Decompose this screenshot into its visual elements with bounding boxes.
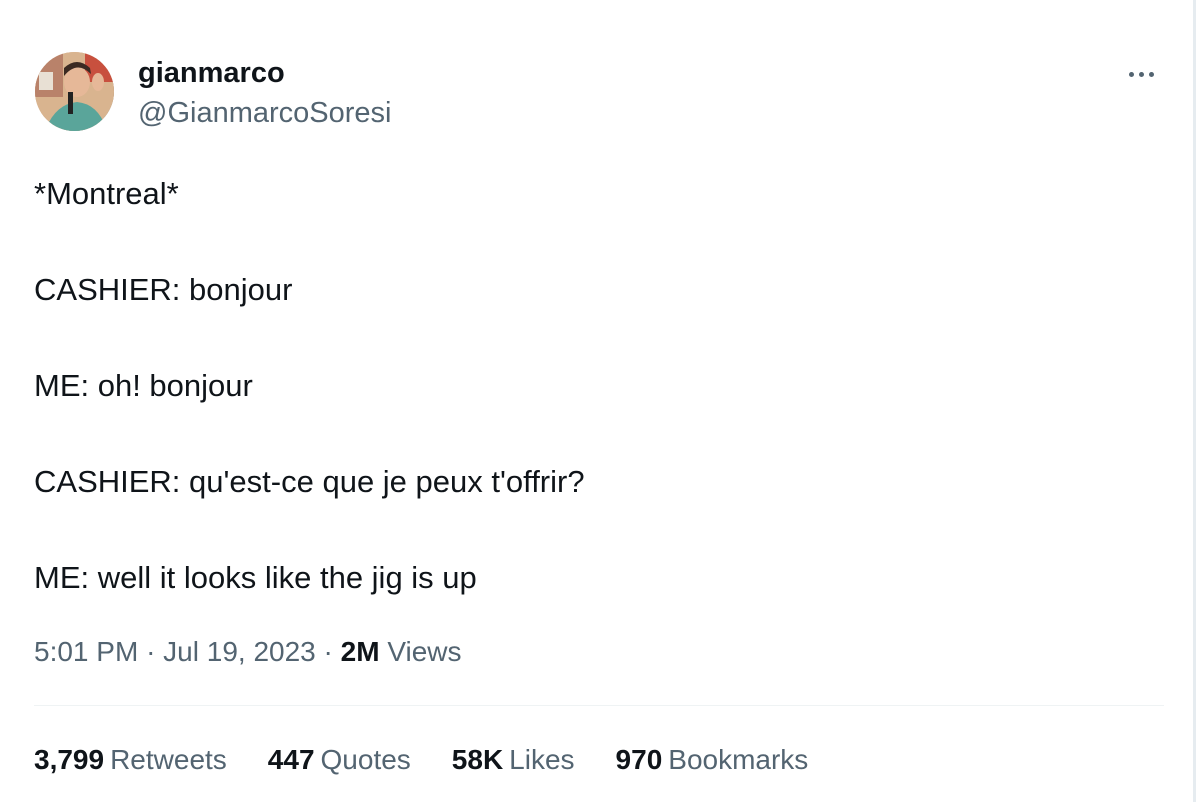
tweet-meta: 5:01 PM · Jul 19, 2023 · 2M Views — [34, 632, 462, 672]
avatar[interactable] — [35, 52, 114, 131]
tweet-line: CASHIER: bonjour — [34, 272, 293, 307]
quotes-stat[interactable]: 447 Quotes — [268, 740, 411, 780]
meta-separator: · — [146, 636, 156, 667]
meta-separator: · — [323, 636, 333, 667]
quotes-count: 447 — [267, 744, 315, 775]
tweet-line: CASHIER: qu'est-ce que je peux t'offrir? — [34, 464, 585, 499]
quotes-label: Quotes — [320, 744, 411, 775]
engagement-stats: 3,799 Retweets 447 Quotes 58K Likes 970 Book… — [34, 740, 808, 780]
author-handle[interactable]: @GianmarcoSoresi — [138, 95, 391, 131]
author-display-name[interactable]: gianmarco — [138, 55, 391, 91]
retweets-stat[interactable]: 3,799 Retweets — [34, 740, 227, 780]
divider — [34, 705, 1164, 706]
likes-count: 58K — [451, 744, 504, 775]
tweet-header: gianmarco @GianmarcoSoresi — [35, 52, 391, 131]
tweet-line: *Montreal* — [34, 176, 179, 211]
retweets-label: Retweets — [110, 744, 227, 775]
more-dot — [1148, 71, 1154, 77]
views-count: 2M — [340, 636, 380, 667]
tweet-card: gianmarco @GianmarcoSoresi *Montreal* CA… — [0, 0, 1196, 802]
more-options-button[interactable] — [1121, 60, 1161, 88]
bookmarks-label: Bookmarks — [668, 744, 809, 775]
views-label: Views — [387, 636, 462, 667]
tweet-time[interactable]: 5:01 PM — [34, 636, 138, 667]
bookmarks-stat[interactable]: 970 Bookmarks — [616, 740, 809, 780]
more-horizontal-icon — [1128, 71, 1134, 77]
tweet-line: ME: oh! bonjour — [34, 368, 253, 403]
retweets-count: 3,799 — [34, 744, 105, 775]
bookmarks-count: 970 — [615, 744, 663, 775]
more-dot — [1138, 71, 1144, 77]
likes-label: Likes — [509, 744, 575, 775]
avatar-image — [35, 52, 114, 131]
tweet-text: *Montreal* CASHIER: bonjour ME: oh! bonj… — [34, 170, 1154, 602]
tweet-line: ME: well it looks like the jig is up — [34, 560, 477, 595]
tweet-date[interactable]: Jul 19, 2023 — [163, 636, 316, 667]
author-names: gianmarco @GianmarcoSoresi — [138, 53, 391, 131]
likes-stat[interactable]: 58K Likes — [452, 740, 575, 780]
